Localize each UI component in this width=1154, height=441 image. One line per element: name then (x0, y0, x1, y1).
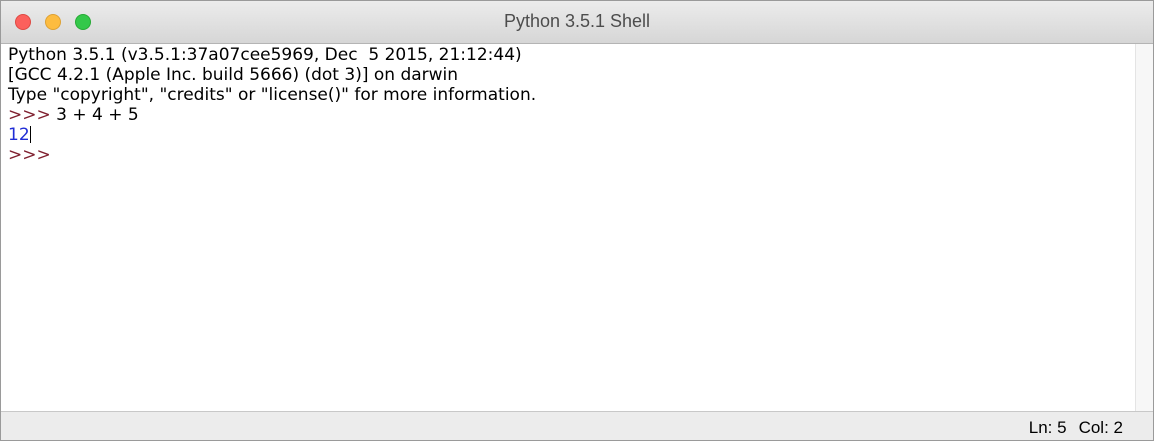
shell-prompt: >>> (8, 105, 57, 125)
text-cursor (29, 126, 31, 143)
vertical-scrollbar[interactable] (1135, 44, 1153, 411)
window-title: Python 3.5.1 Shell (503, 11, 651, 31)
command-line: >>> 3 + 4 + 5 (8, 105, 1135, 125)
command-text: 3 + 4 + 5 (56, 105, 139, 125)
title-bar[interactable]: Python 3.5.1 Shell (1, 1, 1153, 44)
cursor-position: Ln: 5 Col: 2 (1029, 418, 1123, 438)
line-number: Ln: 5 (1028, 418, 1067, 437)
input-line[interactable]: >>> (8, 145, 1135, 165)
banner-line: Type "copyright", "credits" or "license(… (8, 85, 537, 105)
shell-prompt: >>> (8, 145, 57, 165)
banner-line: [GCC 4.2.1 (Apple Inc. build 5666) (dot … (8, 65, 459, 85)
column-number: Col: 2 (1078, 418, 1123, 437)
shell-text-area[interactable]: Python 3.5.1 (v3.5.1:37a07cee5969, Dec 5… (1, 44, 1135, 411)
output-text: 12 (8, 125, 30, 145)
output-line: 12 (8, 125, 1135, 145)
status-bar: Ln: 5 Col: 2 (1, 411, 1153, 440)
python-shell-window: Python 3.5.1 Shell Python 3.5.1 (v3.5.1:… (0, 0, 1154, 441)
banner-line: Python 3.5.1 (v3.5.1:37a07cee5969, Dec 5… (8, 45, 522, 65)
